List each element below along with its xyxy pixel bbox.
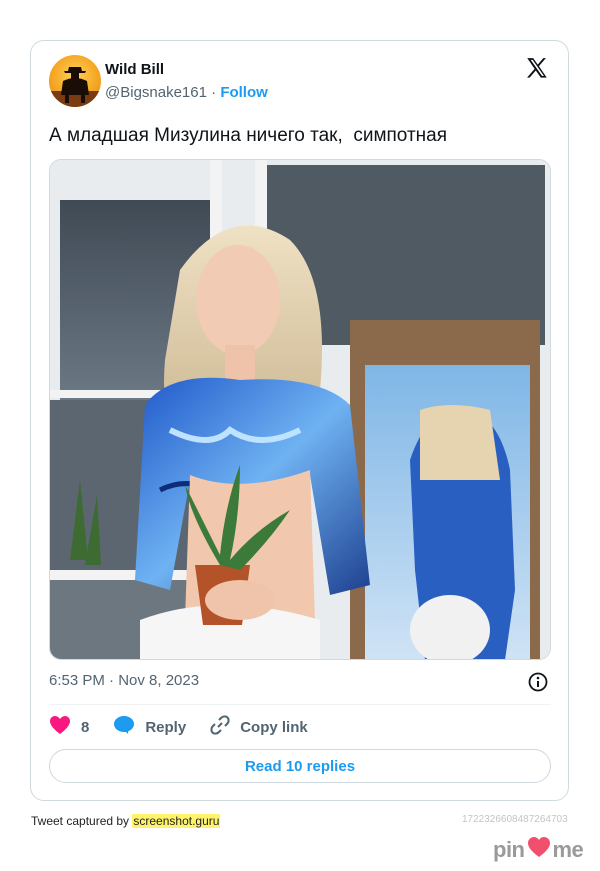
heart-icon: [49, 715, 71, 739]
like-button[interactable]: 8: [49, 715, 89, 739]
like-count: 8: [81, 718, 90, 736]
capture-credit-prefix: Tweet captured by: [31, 814, 133, 828]
watermark-left: pin: [493, 837, 525, 862]
author-name[interactable]: Wild Bill: [105, 61, 164, 78]
author-handle[interactable]: @Bigsnake161: [105, 84, 207, 101]
x-logo-icon[interactable]: [524, 56, 550, 82]
watermark-right: me: [552, 837, 584, 862]
tweet-actions: 8 Reply Copy link: [49, 715, 332, 739]
author-avatar[interactable]: [49, 55, 101, 107]
reply-bubble-icon: [113, 715, 135, 739]
author-handle-row: @Bigsnake161 · Follow: [105, 84, 268, 101]
copy-link-label: Copy link: [240, 718, 308, 736]
handle-separator: ·: [206, 84, 221, 101]
actions-divider: [49, 704, 551, 705]
pinme-watermark: pin me: [493, 836, 584, 864]
tweet-timestamp[interactable]: 6:53 PM · Nov 8, 2023: [49, 672, 199, 689]
tweet-id: 1722326608487264703: [462, 814, 568, 825]
tweet-text: А младшая Мизулина ничего так, симпотная: [49, 125, 447, 146]
link-icon: [210, 715, 230, 739]
capture-credit-site[interactable]: screenshot.guru: [132, 814, 221, 828]
pinme-heart-icon: [527, 836, 551, 864]
tweet-card: Wild Bill @Bigsnake161 · Follow А младша…: [30, 40, 569, 801]
follow-link[interactable]: Follow: [220, 84, 268, 101]
info-icon[interactable]: [527, 671, 549, 693]
read-replies-button[interactable]: Read 10 replies: [49, 749, 551, 783]
reply-label: Reply: [145, 718, 187, 736]
copy-link-button[interactable]: Copy link: [210, 715, 308, 739]
tweet-photo[interactable]: [49, 159, 551, 660]
reply-button[interactable]: Reply: [113, 715, 186, 739]
capture-credit: Tweet captured by screenshot.guru: [31, 814, 221, 828]
